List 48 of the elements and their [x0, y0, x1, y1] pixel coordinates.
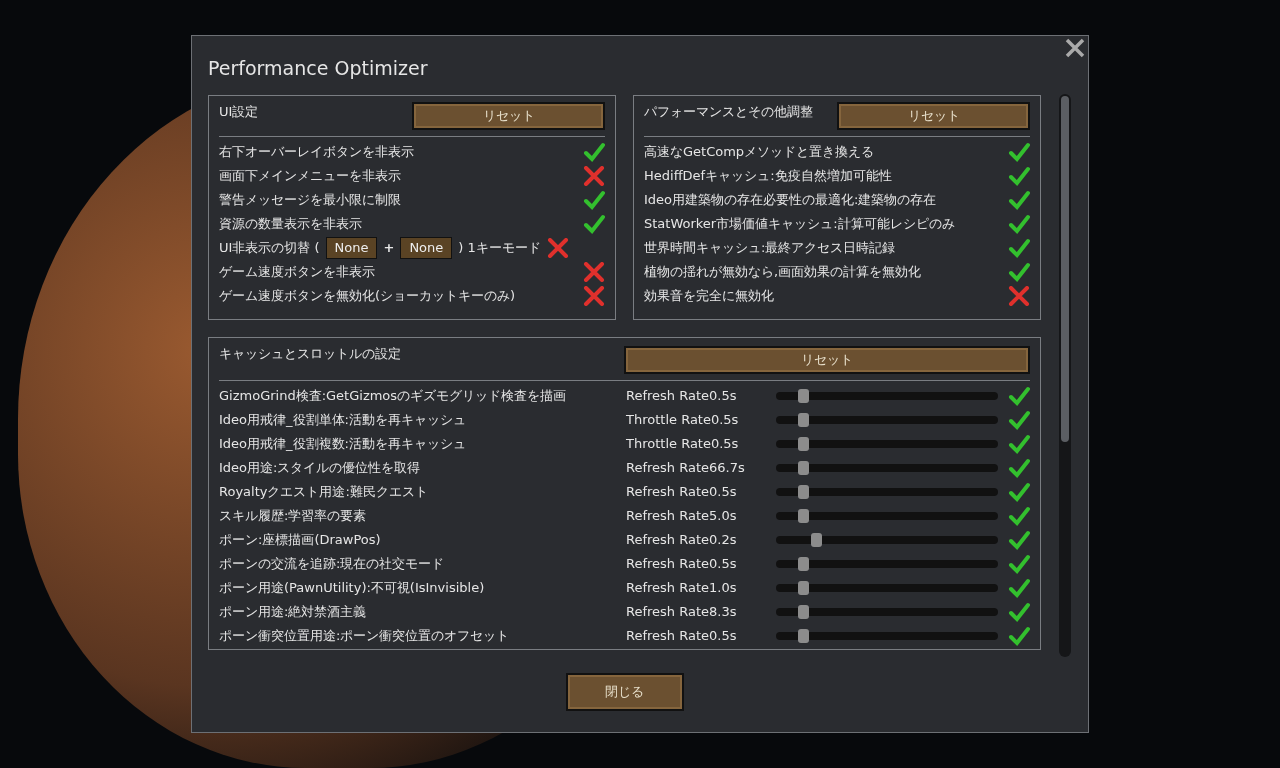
setting-label: 世界時間キャッシュ:最終アクセス日時記録	[644, 238, 897, 257]
setting-label: 高速なGetCompメソッドと置き換える	[644, 142, 876, 161]
dialog-title: Performance Optimizer	[208, 56, 429, 81]
setting-label: 右下オーバーレイボタンを非表示	[219, 142, 415, 161]
rate-label: Refresh Rate5.0s	[626, 506, 738, 525]
setting-label: Ideo用戒律_役割単体:活動を再キャッシュ	[219, 410, 467, 429]
reset-button[interactable]: リセット	[412, 101, 605, 130]
rate-label: Refresh Rate8.3s	[626, 602, 738, 621]
setting-label: ゲーム速度ボタンを非表示	[219, 262, 376, 281]
section-title: パフォーマンスとその他調整	[644, 102, 813, 121]
rate-label: Refresh Rate66.7s	[626, 458, 746, 477]
setting-label: ポーン衝突位置用途:ポーン衝突位置のオフセット	[219, 626, 511, 645]
close-button[interactable]: 閉じる	[565, 672, 684, 711]
rate-label: Refresh Rate1.0s	[626, 578, 738, 597]
setting-label: 警告メッセージを最小限に制限	[219, 190, 402, 209]
setting-label: Royaltyクエスト用途:難民クエスト	[219, 482, 429, 501]
key-button[interactable]: None	[400, 236, 453, 259]
rate-label: Refresh Rate0.5s	[626, 482, 738, 501]
setting-label: GizmoGrind検査:GetGizmosのギズモグリッド検査を描画	[219, 386, 568, 405]
setting-label: 資源の数量表示を非表示	[219, 214, 363, 233]
setting-label: 植物の揺れが無効なら,画面効果の計算を無効化	[644, 262, 923, 281]
setting-label: Ideo用途:スタイルの優位性を取得	[219, 458, 422, 477]
rate-label: Throttle Rate0.5s	[626, 410, 740, 429]
setting-label: ポーン用途:絶対禁酒主義	[219, 602, 368, 621]
key-button[interactable]: None	[325, 236, 378, 259]
setting-label: Ideo用戒律_役割複数:活動を再キャッシュ	[219, 434, 467, 453]
plus-sign: +	[383, 238, 395, 257]
rate-label: Refresh Rate0.2s	[626, 530, 738, 549]
setting-label: ポーンの交流を追跡:現在の社交モード	[219, 554, 446, 573]
setting-label: UI非表示の切替 (	[219, 238, 320, 257]
setting-label: ゲーム速度ボタンを無効化(ショーカットキーのみ)	[219, 286, 517, 305]
rate-label: Refresh Rate0.5s	[626, 554, 738, 573]
section-title: キャッシュとスロットルの設定	[219, 344, 401, 363]
setting-label: ) 1キーモード	[458, 238, 541, 257]
setting-label: HediffDefキャッシュ:免疫自然増加可能性	[644, 166, 893, 185]
setting-label: Ideo用建築物の存在必要性の最適化:建築物の存在	[644, 190, 938, 209]
setting-label: 画面下メインメニューを非表示	[219, 166, 402, 185]
rate-label: Refresh Rate0.5s	[626, 626, 738, 645]
rate-label: Throttle Rate0.5s	[626, 434, 740, 453]
reset-button[interactable]: リセット	[624, 345, 1030, 374]
setting-label: スキル履歴:学習率の要素	[219, 506, 368, 525]
reset-button[interactable]: リセット	[837, 101, 1030, 130]
setting-label: ポーン用途(PawnUtility):不可視(IsInvisible)	[219, 578, 486, 597]
rate-label: Refresh Rate0.5s	[626, 386, 738, 405]
section-title: UI設定	[219, 102, 259, 121]
setting-label: ポーン:座標描画(DrawPos)	[219, 530, 382, 549]
setting-label: 効果音を完全に無効化	[644, 286, 775, 305]
setting-label: StatWorker市場価値キャッシュ:計算可能レシピのみ	[644, 214, 956, 233]
